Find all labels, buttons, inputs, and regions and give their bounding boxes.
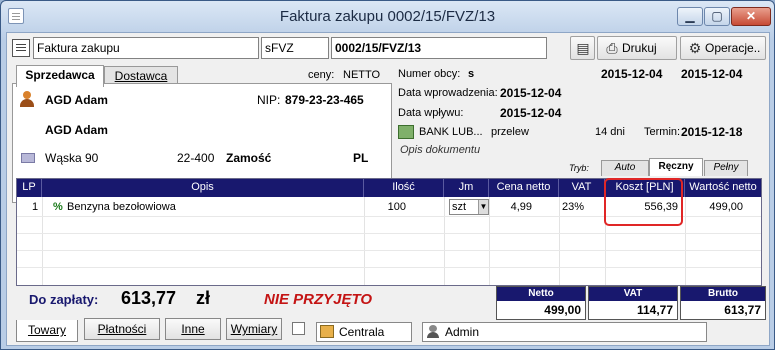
series-field[interactable]: sFVZ [261,37,329,59]
user-icon [426,325,440,339]
payment-days[interactable]: 14 dni [595,126,625,138]
col-jm[interactable]: Jm [444,179,489,197]
due-date-label: Termin: [644,126,681,138]
vat-label: VAT [589,287,677,301]
print-button[interactable]: ⎙ Drukuj [597,36,677,60]
cell-ilosc: 100 [387,201,406,213]
user-field[interactable]: Admin [422,322,707,342]
brutto-label: Brutto [681,287,765,301]
title-bar: Faktura zakupu 0002/15/FVZ/13 ▁ ▢ ✕ [1,1,774,31]
gear-icon: ⚙ [688,40,702,56]
currency: zł [196,288,211,308]
city: Zamość [226,151,272,165]
tab-mode-full[interactable]: Pełny [704,160,748,176]
foreign-number-label: Numer obcy: [398,68,461,80]
receipt-date-label: Data wpływu: [398,107,464,119]
save-icon: ▤ [576,40,590,56]
postcode: 22-400 [177,151,215,165]
to-pay-value: 613,77 [121,288,177,308]
bank-name[interactable]: BANK LUB... [419,126,483,138]
brutto-value: 613,77 [724,303,761,317]
user-value: Admin [445,325,480,339]
window-title: Faktura zakupu 0002/15/FVZ/13 [279,8,496,25]
prices-value: NETTO [343,69,381,81]
print-label: Drukuj [622,41,657,55]
cost-highlight [604,178,683,226]
cell-jm: szt [452,201,467,213]
tab-wymiary[interactable]: Wymiary [226,318,282,340]
operations-button[interactable]: ⚙ Operacje.. [680,36,766,60]
payment-method[interactable]: przelew [491,126,529,138]
location-field[interactable]: Centrala [316,322,412,342]
unit-select[interactable]: szt ▼ [449,199,489,215]
doc-type-field[interactable]: Faktura zakupu [33,37,259,59]
save-button[interactable]: ▤ [570,36,595,60]
chevron-down-icon[interactable]: ▼ [478,200,488,214]
receipt-date[interactable]: 2015-12-04 [500,106,561,120]
cell-vat: 23% [561,201,584,213]
printer-icon: ⎙ [606,40,618,56]
nip-value: 879-23-23-465 [285,93,364,107]
close-button[interactable]: ✕ [731,7,771,26]
nip-label: NIP: [257,93,281,107]
tab-inne[interactable]: Inne [165,318,221,340]
brutto-total: Brutto 613,77 [680,286,766,320]
sale-date[interactable]: 2015-12-04 [681,67,742,81]
person-icon [19,91,35,107]
bank-icon [398,125,414,139]
building-icon [320,325,334,338]
tab-towary[interactable]: Towary [16,320,78,342]
col-cena-netto[interactable]: Cena netto [489,179,559,197]
invoice-window: Faktura zakupu 0002/15/FVZ/13 ▁ ▢ ✕ Fakt… [0,0,775,350]
col-ilosc[interactable]: Ilość [364,179,444,197]
percent-icon: % [53,201,63,213]
invoice-form: Faktura zakupu sFVZ 0002/15/FVZ/13 ▤ ⎙ Dr… [6,32,770,346]
description-field[interactable]: Opis dokumentu [400,144,480,156]
tab-seller[interactable]: Sprzedawca [16,65,104,87]
cell-lp: 1 [32,201,39,213]
netto-value: 499,00 [544,303,581,317]
col-wartosc-netto[interactable]: Wartość netto [685,179,761,197]
issue-date[interactable]: 2015-12-04 [601,67,662,81]
tab-mode-auto[interactable]: Auto [601,160,649,176]
country: PL [353,151,369,165]
vat-total: VAT 114,77 [588,286,678,320]
col-vat[interactable]: VAT [559,179,605,197]
vat-value: 114,77 [636,303,673,317]
tab-platnosci[interactable]: Płatności [84,318,160,340]
number-field[interactable]: 0002/15/FVZ/13 [331,37,547,59]
entry-date-label: Data wprowadzenia: [398,87,498,99]
street: Wąska 90 [45,151,99,165]
cell-opis: Benzyna bezołowiowa [67,201,176,213]
seller-full-name: AGD Adam [45,123,108,137]
netto-total: Netto 499,00 [496,286,586,320]
status-text: NIE PRZYJĘTO [264,291,373,308]
maximize-button[interactable]: ▢ [704,7,730,26]
location-value: Centrala [339,325,385,339]
document-icon [12,39,30,57]
col-lp[interactable]: LP [17,179,42,197]
cell-cena: 4,99 [510,201,532,213]
tab-mode-manual[interactable]: Ręczny [649,158,703,176]
entry-date[interactable]: 2015-12-04 [500,86,561,100]
mode-label: Tryb: [569,163,589,173]
address-icon [21,153,35,163]
netto-label: Netto [497,287,585,301]
cell-wartosc: 499,00 [709,201,743,213]
minimize-button[interactable]: ▁ [677,7,703,26]
operations-label: Operacje.. [705,41,761,55]
to-pay-label: Do zapłaty: [29,292,99,307]
seller-name: AGD Adam [45,93,108,107]
foreign-number[interactable]: s [468,68,474,80]
calendar-icon[interactable] [292,322,305,335]
due-date[interactable]: 2015-12-18 [681,125,742,139]
prices-label: ceny: [308,69,335,81]
col-opis[interactable]: Opis [42,179,364,197]
